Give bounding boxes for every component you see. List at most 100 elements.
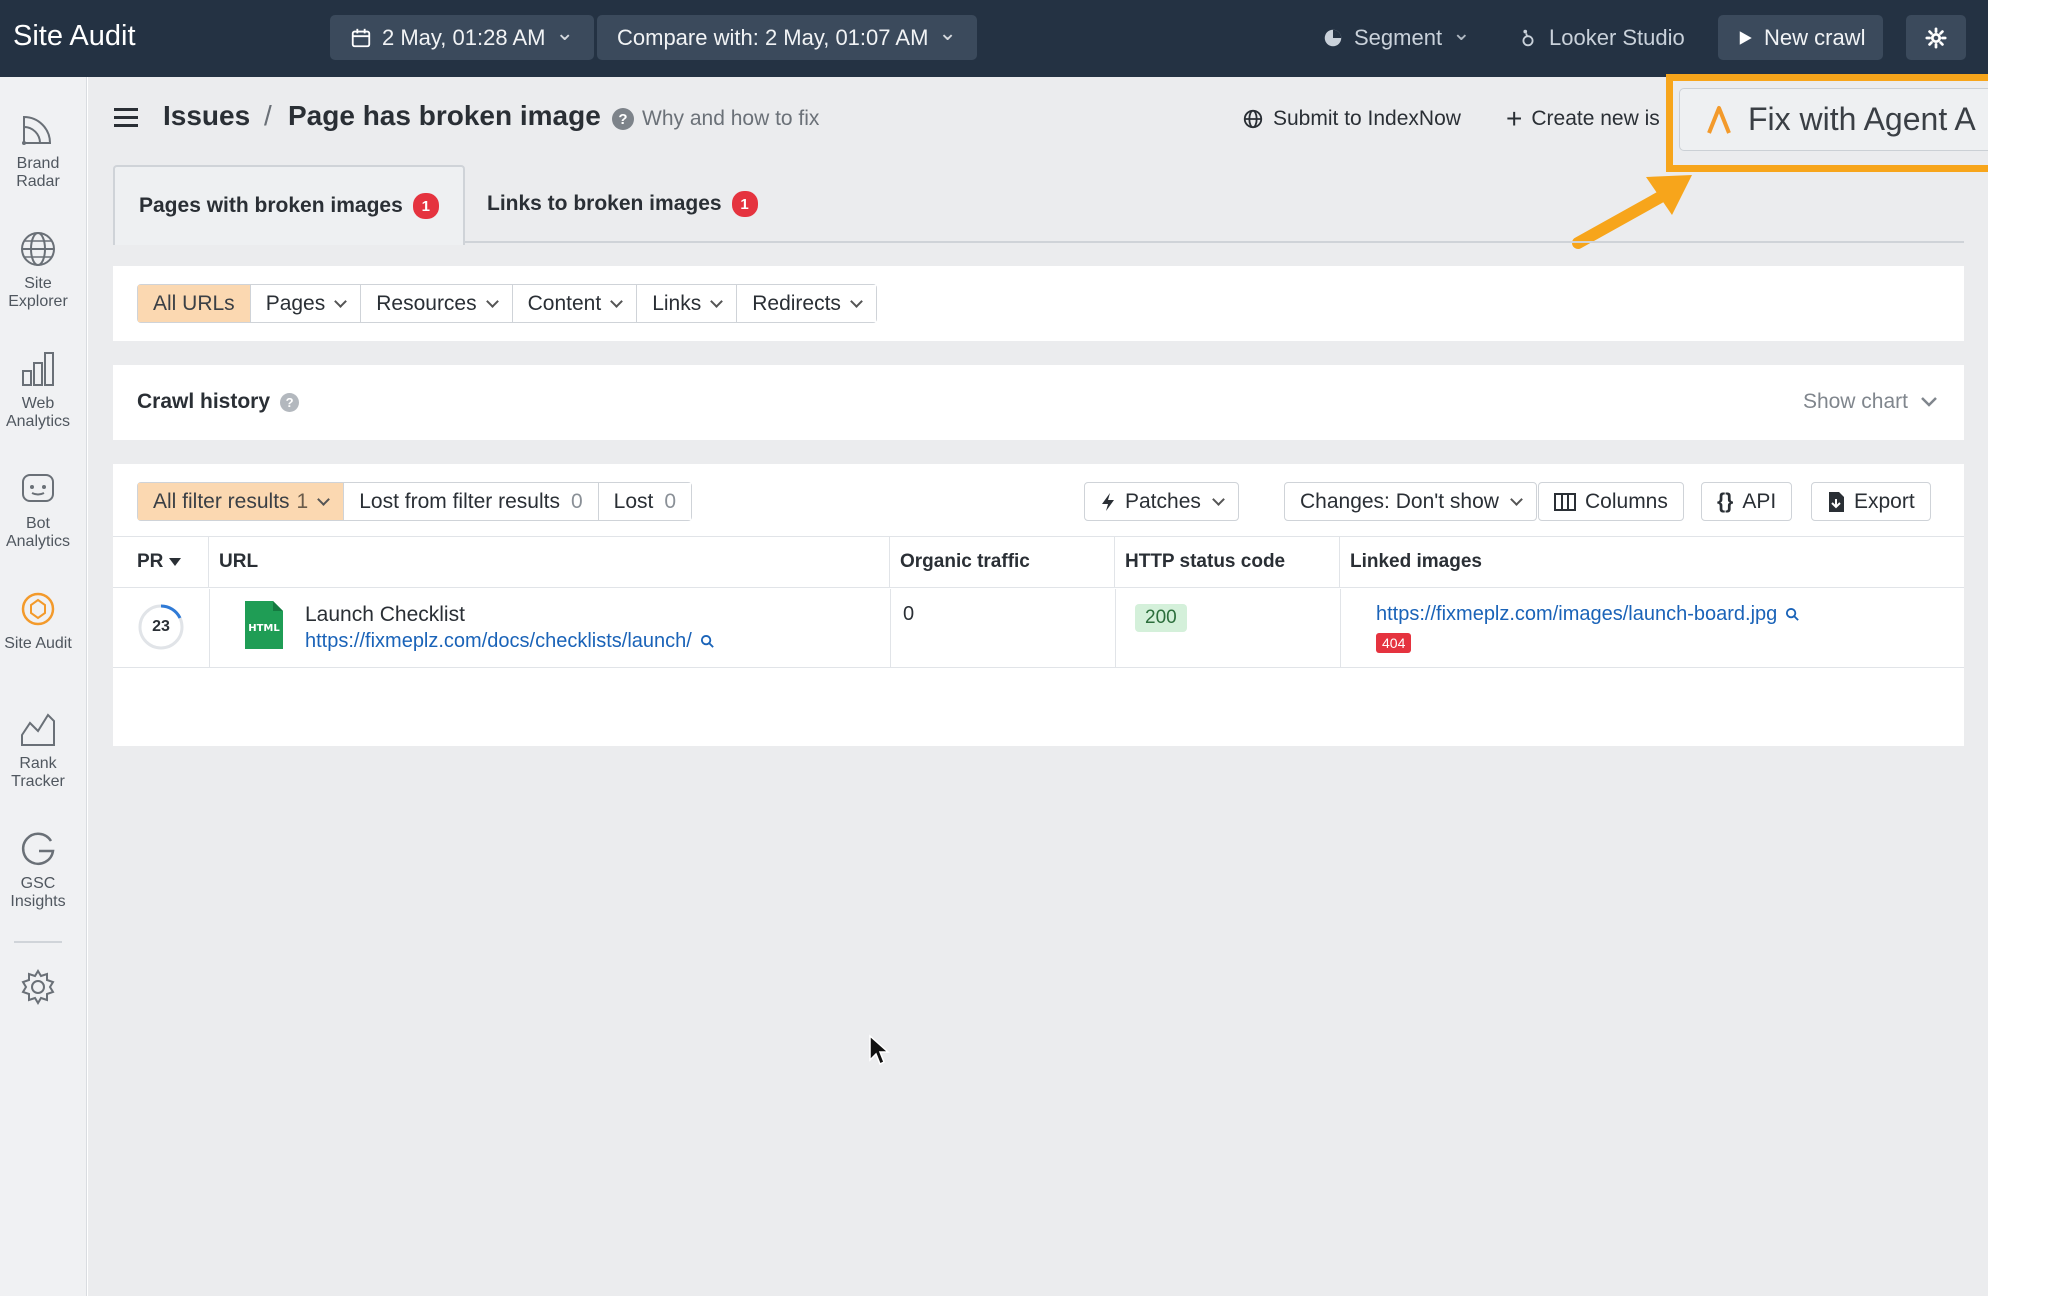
page-url-text: https://fixmeplz.com/docs/checklists/lau… (305, 630, 692, 652)
changes-dropdown[interactable]: Changes: Don't show (1284, 482, 1537, 521)
linked-image-url: https://fixmeplz.com/images/launch-board… (1376, 603, 1778, 625)
sort-desc-icon (169, 558, 182, 566)
search-icon[interactable] (700, 634, 715, 649)
settings-button[interactable] (1906, 15, 1966, 60)
why-and-how-link[interactable]: ? Why and how to fix (612, 107, 819, 131)
filter-label: Content (527, 291, 602, 315)
linked-status-badge: 404 (1376, 633, 1412, 653)
new-crawl-button[interactable]: New crawl (1718, 15, 1884, 60)
filter-label: Links (652, 291, 702, 315)
filter-label: Resources (376, 291, 477, 315)
segment-dropdown[interactable]: Segment (1322, 15, 1471, 60)
menu-icon[interactable] (114, 107, 140, 129)
patches-label: Patches (1125, 489, 1201, 513)
column-header-pr[interactable]: PR (127, 536, 209, 588)
filter-pages[interactable]: Pages (250, 285, 362, 322)
create-new-issue-button[interactable]: + Create new is (1506, 107, 1666, 131)
side-rail: Brand Radar Site Explorer Web Analytics … (0, 77, 87, 1296)
api-button[interactable]: {} API (1701, 482, 1793, 521)
page-title-cell: Launch Checklist (305, 603, 465, 626)
new-crawl-label: New crawl (1764, 24, 1866, 50)
search-icon[interactable] (1785, 607, 1800, 622)
filter-all-urls[interactable]: All URLs (138, 285, 251, 322)
compare-label: Compare with: 2 May, 01:07 AM (617, 24, 929, 50)
help-icon[interactable]: ? (280, 392, 300, 412)
show-chart-toggle[interactable]: Show chart (1803, 390, 1938, 414)
export-button[interactable]: Export (1811, 482, 1931, 521)
calendar-icon (351, 28, 371, 47)
filter-content[interactable]: Content (512, 285, 638, 322)
rail-item-gsc-insights[interactable]: GSC Insights (0, 829, 76, 911)
http-status-badge: 200 (1135, 604, 1187, 632)
breadcrumb-separator: / (264, 100, 272, 131)
issue-tabs: Pages with broken images 1 Links to brok… (113, 165, 1964, 245)
header-label: PR (137, 551, 164, 572)
results-card: All filter results 1 Lost from filter re… (113, 464, 1964, 746)
tab-links-to-broken-images[interactable]: Links to broken images 1 (463, 165, 782, 243)
chevron-down-icon (848, 292, 861, 316)
filter-lost-from-results[interactable]: Lost from filter results 0 (344, 483, 599, 520)
rail-label: Rank Tracker (11, 755, 65, 790)
why-label: Why and how to fix (642, 107, 820, 130)
filter-resources[interactable]: Resources (361, 285, 513, 322)
bot-icon (22, 474, 54, 502)
compare-date-picker[interactable]: Compare with: 2 May, 01:07 AM (597, 15, 977, 60)
crawl-date-picker[interactable]: 2 May, 01:28 AM (330, 15, 594, 60)
looker-studio-button[interactable]: Looker Studio (1517, 15, 1685, 60)
page-url-link[interactable]: https://fixmeplz.com/docs/checklists/lau… (305, 630, 715, 653)
fix-with-agent-button[interactable]: Fix with Agent A (1679, 88, 2032, 151)
filter-label: Lost from filter results (359, 489, 560, 513)
linked-image-link[interactable]: https://fixmeplz.com/images/launch-board… (1376, 603, 1800, 626)
filter-label: All filter results (153, 489, 290, 513)
crawl-history-title: Crawl history ? (137, 390, 300, 414)
rail-label: Site Explorer (8, 275, 68, 310)
filter-label: Pages (265, 291, 326, 315)
rail-item-site-explorer[interactable]: Site Explorer (0, 229, 76, 311)
show-chart-label: Show chart (1802, 390, 1908, 413)
cell-divider (209, 589, 210, 667)
filter-lost[interactable]: Lost 0 (598, 483, 692, 520)
column-header-http-status[interactable]: HTTP status code (1115, 536, 1340, 588)
column-header-linked-images[interactable]: Linked images (1340, 536, 1964, 588)
filter-count: 0 (570, 489, 583, 513)
rail-item-bot-analytics[interactable]: Bot Analytics (0, 469, 76, 551)
rail-label: Bot Analytics (5, 515, 71, 550)
cell-divider (890, 589, 891, 667)
filter-redirects[interactable]: Redirects (737, 285, 876, 322)
page-title: Page has broken image (288, 100, 601, 131)
chevron-down-icon (1508, 490, 1521, 514)
help-icon: ? (612, 108, 634, 130)
organic-traffic-value: 0 (903, 603, 915, 625)
row-divider (113, 667, 1964, 668)
filter-count: 1 (296, 489, 309, 513)
breadcrumb-issues[interactable]: Issues (163, 100, 250, 132)
header-label: URL (219, 551, 259, 572)
tab-label: Links to broken images (487, 192, 722, 215)
chevron-down-icon (1921, 397, 1937, 407)
patches-dropdown[interactable]: Patches (1084, 482, 1239, 521)
rail-item-site-audit[interactable]: Site Audit (0, 589, 76, 653)
rail-item-brand-radar[interactable]: Brand Radar (0, 109, 76, 191)
pie-chart-icon (1324, 29, 1342, 46)
column-header-url[interactable]: URL (209, 536, 890, 588)
play-icon (1739, 30, 1752, 45)
filter-label: Lost (613, 489, 654, 513)
rail-item-settings[interactable] (0, 967, 76, 1013)
rail-item-web-analytics[interactable]: Web Analytics (0, 349, 76, 431)
fix-label: Fix with Agent A (1748, 101, 1976, 137)
url-filter-group: All URLs Pages Resources Content Links R… (137, 284, 877, 323)
chevron-down-icon (315, 490, 328, 514)
app-title: Site Audit (13, 20, 136, 52)
api-label: API (1742, 489, 1777, 513)
columns-button[interactable]: Columns (1538, 482, 1684, 521)
rail-item-rank-tracker[interactable]: Rank Tracker (0, 709, 76, 791)
submit-indexnow-button[interactable]: Submit to IndexNow (1242, 107, 1461, 131)
tab-pages-with-broken-images[interactable]: Pages with broken images 1 (113, 165, 465, 245)
filter-all-results[interactable]: All filter results 1 (138, 483, 345, 520)
rail-label: Web Analytics (5, 395, 71, 430)
changes-label: Changes: Don't show (1300, 489, 1499, 513)
crawl-history-card: Crawl history ? Show chart (113, 365, 1964, 440)
column-header-organic-traffic[interactable]: Organic traffic (890, 536, 1115, 588)
cell-divider (1340, 589, 1341, 667)
filter-links[interactable]: Links (637, 285, 738, 322)
